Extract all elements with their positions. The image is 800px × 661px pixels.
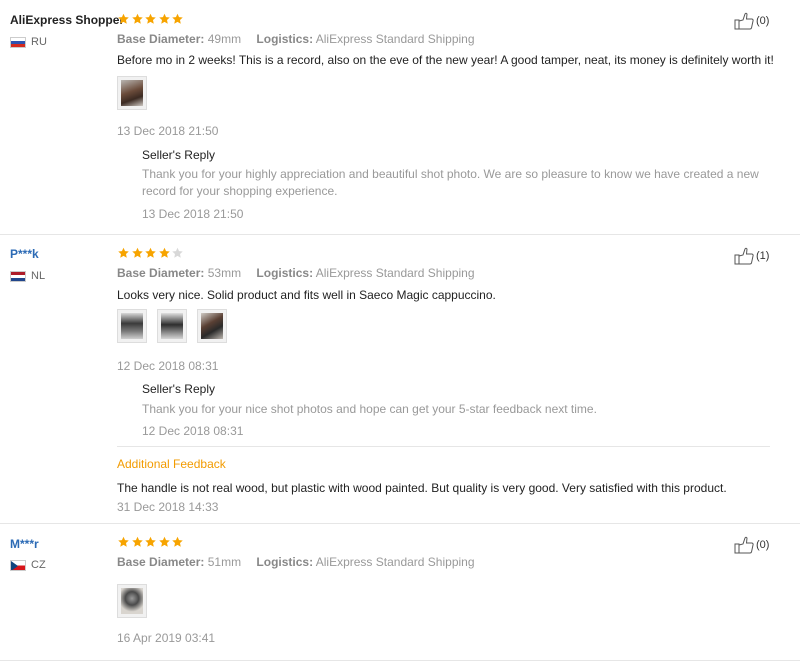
thumbs-up-icon [734, 536, 754, 554]
star-icon [118, 536, 129, 547]
logistics-label: Logistics: [256, 32, 314, 46]
review-item: P***k NL Base Diameter: 53mm Logistics: … [0, 235, 800, 524]
review-date: 13 Dec 2018 21:50 [117, 124, 219, 138]
review-photo-thumbnail[interactable] [117, 76, 147, 110]
seller-reply-title: Seller's Reply [142, 148, 215, 162]
review-properties: Base Diameter: 53mm Logistics: AliExpres… [117, 266, 475, 280]
logistics-label: Logistics: [256, 266, 314, 280]
helpful-count: (0) [756, 539, 770, 551]
additional-feedback-text: The handle is not real wood, but plastic… [117, 481, 727, 495]
review-content: Looks very nice. Solid product and fits … [117, 288, 496, 302]
base-diameter-value: 53mm [207, 266, 242, 280]
review-photo-thumbnail[interactable] [197, 309, 227, 343]
base-diameter-label: Base Diameter: [117, 266, 205, 280]
flag-cz-icon [10, 559, 26, 571]
seller-reply-title: Seller's Reply [142, 382, 215, 396]
star-icon [118, 13, 129, 24]
flag-ru-icon [10, 36, 26, 48]
review-date: 12 Dec 2018 08:31 [117, 359, 219, 373]
country-code: CZ [31, 559, 46, 571]
thumbs-up-icon [734, 247, 754, 265]
reviewer-country: NL [10, 270, 45, 282]
star-icon [131, 536, 143, 547]
star-icon [158, 247, 170, 258]
base-diameter-value: 49mm [207, 32, 242, 46]
seller-reply-text: Thank you for your highly appreciation a… [142, 167, 759, 198]
reviewer-name[interactable]: P***k [10, 247, 39, 261]
star-icon [172, 247, 183, 258]
helpful-count: (0) [756, 15, 770, 27]
additional-feedback-title: Additional Feedback [117, 457, 226, 471]
additional-feedback-date: 31 Dec 2018 14:33 [117, 500, 219, 514]
seller-reply-date: 12 Dec 2018 08:31 [142, 424, 244, 438]
base-diameter-value: 51mm [207, 555, 242, 569]
star-icon [118, 247, 129, 258]
review-photo-thumbnail[interactable] [157, 309, 187, 343]
divider [117, 446, 770, 447]
reviewer-name[interactable]: M***r [10, 537, 39, 551]
review-item: M***r CZ Base Diameter: 51mm Logistics: … [0, 524, 800, 661]
star-rating [117, 536, 185, 548]
star-icon [131, 13, 143, 24]
logistics-label: Logistics: [256, 555, 314, 569]
star-icon [145, 247, 156, 258]
base-diameter-label: Base Diameter: [117, 555, 205, 569]
star-icon [158, 13, 170, 24]
reviewer-name: AliExpress Shopper [10, 13, 125, 27]
helpful-button[interactable]: (0) [734, 12, 769, 30]
logistics-value: AliExpress Standard Shipping [315, 266, 475, 280]
star-icon [131, 247, 143, 258]
star-icon [172, 13, 183, 24]
star-rating [117, 13, 185, 25]
country-code: NL [31, 270, 46, 282]
review-photos [117, 76, 153, 110]
review-date: 16 Apr 2019 03:41 [117, 631, 216, 645]
review-properties: Base Diameter: 51mm Logistics: AliExpres… [117, 555, 475, 569]
reviewer-country: CZ [10, 559, 46, 571]
review-content: Before mo in 2 weeks! This is a record, … [117, 53, 774, 67]
star-icon [158, 536, 170, 547]
review-item: AliExpress Shopper RU Base Diameter: 49m… [0, 0, 800, 235]
helpful-button[interactable]: (0) [734, 536, 769, 554]
base-diameter-label: Base Diameter: [117, 32, 205, 46]
seller-reply-text: Thank you for your nice shot photos and … [142, 402, 597, 416]
review-photo-thumbnail[interactable] [117, 584, 147, 618]
helpful-count: (1) [756, 250, 770, 262]
star-icon [145, 536, 156, 547]
review-photos [117, 584, 153, 618]
star-icon [172, 536, 183, 547]
seller-reply-date: 13 Dec 2018 21:50 [142, 207, 244, 221]
thumbs-up-icon [734, 12, 754, 30]
reviewer-country: RU [10, 36, 47, 48]
flag-nl-icon [10, 270, 26, 282]
helpful-button[interactable]: (1) [734, 247, 769, 265]
country-code: RU [31, 36, 47, 48]
review-photo-thumbnail[interactable] [117, 309, 147, 343]
logistics-value: AliExpress Standard Shipping [315, 555, 475, 569]
review-photos [117, 309, 233, 343]
logistics-value: AliExpress Standard Shipping [315, 32, 475, 46]
star-rating [117, 247, 185, 259]
star-icon [145, 13, 156, 24]
review-properties: Base Diameter: 49mm Logistics: AliExpres… [117, 32, 475, 46]
